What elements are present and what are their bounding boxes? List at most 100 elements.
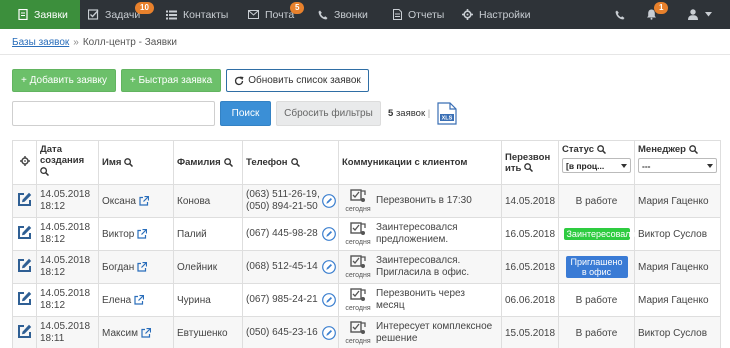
edit-cell[interactable] [12, 316, 37, 348]
refresh-list-button[interactable]: Обновить список заявок [226, 69, 369, 92]
communication-text: Интересует комплексное решение [376, 321, 493, 344]
nav-item-requests[interactable]: Заявки [0, 0, 80, 29]
search-icon[interactable] [524, 163, 534, 173]
calls-shortcut[interactable] [615, 0, 625, 29]
column-header-created[interactable]: Дата создания [36, 140, 99, 185]
callback-cell: 16.05.2018 [501, 217, 559, 251]
communication-icon[interactable]: сегодня [342, 320, 374, 346]
call-phone-icon[interactable] [322, 227, 336, 241]
search-button[interactable]: Поиск [220, 101, 271, 126]
search-icon[interactable] [597, 145, 607, 154]
external-link-icon[interactable] [139, 195, 149, 206]
phone-wrap: (068) 512-45-14 [246, 260, 336, 274]
column-header-callback[interactable]: Перезвонить [501, 140, 559, 185]
nav-item-contacts[interactable]: Контакты [166, 0, 228, 29]
table-row[interactable]: 14.05.2018 18:12 Богдан Олейник (068) 512… [12, 250, 721, 284]
column-header-phone[interactable]: Телефон [242, 140, 339, 185]
column-header-surname[interactable]: Фамилия [173, 140, 243, 185]
nav-item-mail[interactable]: Почта [248, 0, 294, 29]
status-filter-select[interactable]: [в проц... [562, 158, 631, 173]
nav-item-calls[interactable]: Звонки [318, 0, 368, 29]
column-header-label: Фамилия [177, 157, 221, 168]
edit-icon[interactable] [17, 258, 32, 273]
breadcrumb-link-bases[interactable]: Базы заявок [12, 37, 69, 48]
export-xls-button[interactable]: XLS [437, 102, 457, 128]
communication-text: Заинтересовался предложением. [376, 222, 458, 245]
communication-icon[interactable]: сегодня [342, 254, 374, 280]
communication-icon[interactable]: сегодня [342, 221, 374, 247]
external-link-icon[interactable] [134, 294, 145, 305]
communication-cell[interactable]: сегодня Заинтересовался. Пригласила в оф… [338, 250, 502, 284]
callback-cell: 16.05.2018 [501, 250, 559, 284]
edit-cell[interactable] [12, 217, 37, 251]
reset-filters-button[interactable]: Сбросить фильтры [276, 101, 381, 126]
call-phone-icon[interactable] [322, 326, 336, 340]
search-icon[interactable] [223, 158, 233, 167]
manager-filter-select[interactable]: --- [638, 158, 717, 173]
communication-cell[interactable]: сегодня Перезвонить в 17:30 [338, 184, 502, 218]
breadcrumb-current: Колл-центр - Заявки [82, 37, 178, 48]
column-header-label: Телефон [246, 157, 288, 168]
external-link-icon[interactable] [137, 261, 148, 272]
search-icon[interactable] [290, 158, 300, 167]
edit-cell[interactable] [12, 250, 37, 284]
settings-column-header[interactable] [12, 140, 37, 185]
nav-item-tasks[interactable]: Задачи [88, 0, 140, 29]
refresh-list-label: Обновить список заявок [248, 75, 361, 86]
phone-cell: (063) 511-26-19, (050) 894-21-50 [242, 184, 339, 218]
communication-cell[interactable]: сегодня Заинтересовался предложением. [338, 217, 502, 251]
communication-cell[interactable]: сегодня Перезвонить через месяц [338, 283, 502, 317]
phone-primary: (050) 645-23-16 [246, 327, 318, 338]
phone-primary: (063) 511-26-19, [246, 189, 320, 200]
status-label: В работе [575, 294, 618, 306]
first-name: Елена [102, 294, 132, 306]
external-link-icon[interactable] [141, 327, 151, 338]
search-icon[interactable] [124, 158, 134, 167]
user-menu[interactable] [688, 0, 712, 29]
search-input[interactable] [12, 101, 215, 126]
top-navbar: Заявки Задачи 10 Контакты Почта 5 Звонки… [0, 0, 730, 29]
call-phone-icon[interactable] [322, 293, 336, 307]
edit-icon[interactable] [17, 291, 32, 306]
call-phone-icon[interactable] [322, 194, 336, 208]
add-request-button[interactable]: + Добавить заявку [12, 69, 116, 92]
call-phone-icon[interactable] [322, 260, 336, 274]
first-name: Максим [102, 327, 138, 339]
name-cell: Богдан [98, 250, 174, 284]
created-date: 14.05.2018 [40, 189, 91, 200]
created-time: 18:11 [40, 333, 65, 344]
column-header-label: Статус [562, 144, 595, 155]
column-header-status[interactable]: Статус [в проц... [558, 140, 635, 185]
edit-cell[interactable] [12, 184, 37, 218]
table-row[interactable]: 14.05.2018 18:12 Елена Чурина (067) 985-2… [12, 283, 721, 317]
edit-icon[interactable] [17, 225, 32, 240]
quick-request-button[interactable]: + Быстрая заявка [121, 69, 221, 92]
name-cell: Оксана [98, 184, 174, 218]
callback-cell: 06.06.2018 [501, 283, 559, 317]
external-link-icon[interactable] [137, 228, 148, 239]
edit-cell[interactable] [12, 283, 37, 317]
search-icon[interactable] [689, 145, 698, 154]
edit-icon[interactable] [17, 324, 32, 339]
table-row[interactable]: 14.05.2018 18:12 Виктор Палий (067) 445-9… [12, 217, 721, 251]
nav-item-reports[interactable]: Отчеты [393, 0, 444, 29]
column-header-name[interactable]: Имя [98, 140, 174, 185]
first-name: Оксана [102, 195, 136, 207]
created-cell: 14.05.2018 18:12 [36, 283, 99, 317]
communication-icon[interactable]: сегодня [342, 188, 374, 214]
communication-text: Заинтересовался. Пригласила в офис. [376, 255, 470, 278]
mail-count-badge: 5 [290, 2, 305, 14]
envelope-icon [248, 10, 259, 19]
table-row[interactable]: 14.05.2018 18:11 Максим Евтушенко (050) 6… [12, 316, 721, 348]
table-row[interactable]: 14.05.2018 18:12 Оксана Конова (063) 511-… [12, 184, 721, 218]
column-header-manager[interactable]: Менеджер --- [634, 140, 721, 185]
phone-wrap: (063) 511-26-19, (050) 894-21-50 [246, 189, 336, 213]
communication-icon[interactable]: сегодня [342, 287, 374, 313]
edit-icon[interactable] [17, 192, 32, 207]
column-header-label: Менеджер [638, 144, 686, 155]
created-time: 18:12 [40, 300, 66, 311]
created-date: 14.05.2018 [40, 222, 91, 233]
communication-cell[interactable]: сегодня Интересует комплексное решение [338, 316, 502, 348]
nav-item-settings[interactable]: Настройки [462, 0, 531, 29]
search-icon[interactable] [40, 167, 49, 176]
